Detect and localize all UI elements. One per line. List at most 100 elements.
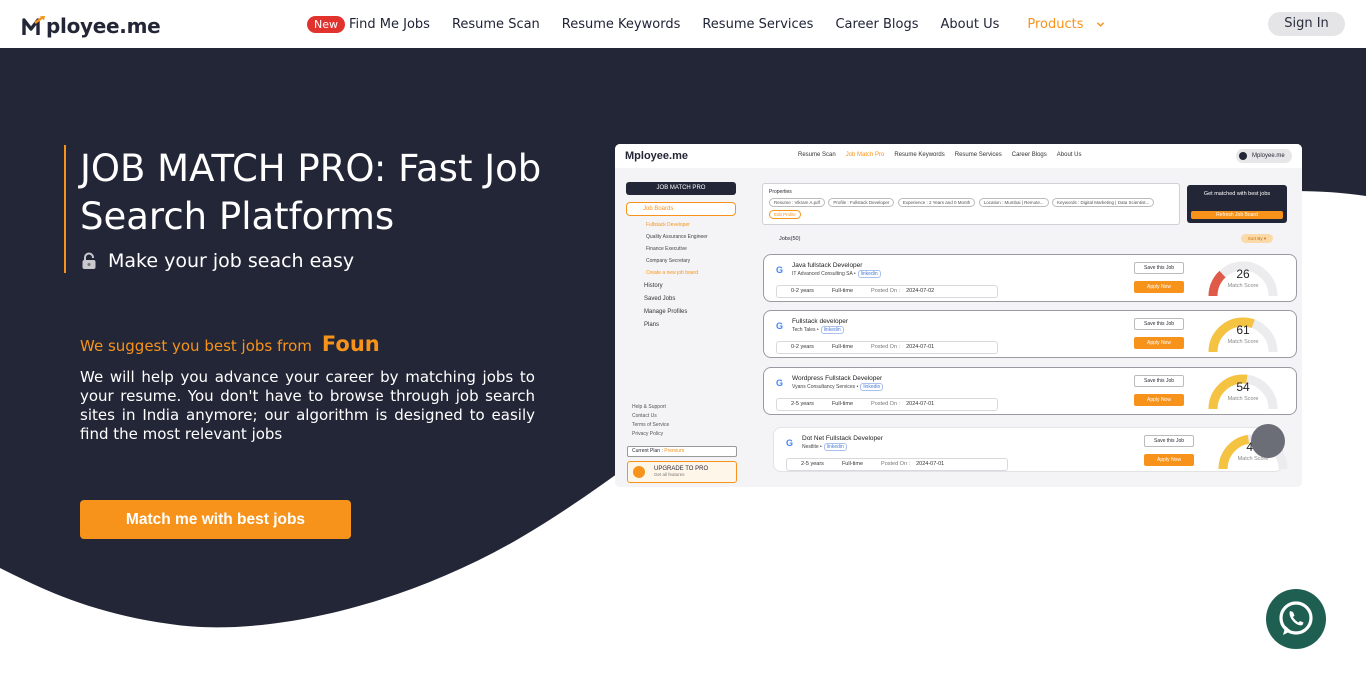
preview-company-name: Vyans Consultancy Services • bbox=[792, 384, 859, 390]
hero-subtitle-text: Make your job seach easy bbox=[108, 250, 355, 272]
nav-resume-keywords[interactable]: Resume Keywords bbox=[562, 17, 681, 32]
preview-board-item: Quality Assurance Engineer bbox=[646, 234, 708, 240]
preview-menu-item: Saved Jobs bbox=[644, 296, 676, 302]
preview-help-item: Privacy Policy bbox=[632, 431, 664, 437]
preview-match-score-label: Match Score bbox=[1227, 339, 1259, 345]
whatsapp-icon bbox=[1279, 601, 1313, 635]
preview-job-card: G Wordpress Fullstack Developer Vyans Cons… bbox=[763, 367, 1297, 415]
preview-posted-label: Posted On : bbox=[871, 401, 901, 407]
preview-menu-item: Plans bbox=[644, 322, 660, 328]
hero-title: JOB MATCH PRO: Fast Job Search Platforms bbox=[80, 147, 542, 238]
preview-board-item: Company Secretary bbox=[646, 258, 691, 264]
preview-job-meta: 2-5 years Full-time Posted On : 2024-07-01 bbox=[786, 458, 1008, 471]
preview-match-score: 61 bbox=[1236, 323, 1250, 337]
preview-navbar: Mployee.me Resume Scan Job Match Pro Res… bbox=[615, 144, 1302, 168]
chevron-down-icon[interactable] bbox=[1096, 20, 1105, 29]
preview-logo: Mployee.me bbox=[625, 150, 688, 162]
match-me-button[interactable]: Match me with best jobs bbox=[80, 500, 351, 539]
preview-property-chip: Profile : Fullstack Developer bbox=[828, 198, 895, 207]
preview-save-job: Save this Job bbox=[1134, 318, 1184, 330]
preview-property-chip: Experience : 2 Years and 0 Month bbox=[897, 198, 976, 207]
preview-property-chip: Location : Mumbai | Remote... bbox=[978, 198, 1049, 207]
nav-resume-scan[interactable]: Resume Scan bbox=[452, 17, 540, 32]
preview-job-source: linkedin bbox=[823, 443, 847, 451]
preview-save-job: Save this Job bbox=[1134, 375, 1184, 387]
preview-job-meta: 2-5 years Full-time Posted On : 2024-07-01 bbox=[776, 398, 998, 411]
preview-job-card: G Dot Net Fullstack Developer Nestlite • li… bbox=[773, 427, 1288, 472]
preview-help-item: Terms of Service bbox=[632, 422, 670, 428]
preview-posted-label: Posted On : bbox=[871, 344, 901, 350]
preview-job-exp: 2-5 years bbox=[801, 461, 824, 467]
preview-property-chip: Keywords : Digital Marketing | Data Scie… bbox=[1052, 198, 1155, 207]
preview-job-title: Fullstack developer bbox=[792, 318, 848, 325]
preview-nav-item: About Us bbox=[1056, 152, 1082, 158]
whatsapp-button[interactable] bbox=[1266, 589, 1326, 649]
preview-save-job: Save this Job bbox=[1144, 435, 1194, 447]
preview-nav: Resume Scan Job Match Pro Resume Keyword… bbox=[798, 152, 1091, 158]
preview-job-posted: 2024-07-01 bbox=[916, 461, 945, 467]
google-icon: G bbox=[776, 321, 784, 331]
suggest-line: We suggest you best jobs from Foun bbox=[80, 332, 380, 356]
preview-job-source: linkedin bbox=[820, 326, 844, 334]
preview-company-name: Nestlite • bbox=[802, 444, 822, 450]
preview-job-posted: 2024-07-02 bbox=[906, 288, 935, 294]
preview-job-card: G Java fullstack Developer IT Advanced Con… bbox=[763, 254, 1297, 302]
preview-user-pill: Mployee.me bbox=[1236, 149, 1292, 163]
preview-plan-label: Current Plan : bbox=[632, 448, 663, 454]
preview-nav-item: Career Blogs bbox=[1011, 152, 1047, 158]
nav-career-blogs[interactable]: Career Blogs bbox=[835, 17, 918, 32]
preview-posted-label: Posted On : bbox=[881, 461, 911, 467]
preview-job-source: linkedin bbox=[857, 270, 881, 278]
preview-job-title: Wordpress Fullstack Developer bbox=[792, 375, 883, 382]
preview-job-company: Vyans Consultancy Services • linkedin bbox=[792, 383, 884, 391]
typed-source-text: Foun bbox=[321, 332, 380, 356]
preview-plan-value: Premium bbox=[664, 448, 685, 454]
preview-job-card: G Fullstack developer Tech Tales • linkedin… bbox=[763, 310, 1297, 358]
preview-get-matched: Get matched with best jobs Refresh Job B… bbox=[1187, 185, 1287, 223]
preview-job-company: Tech Tales • linkedin bbox=[792, 326, 844, 334]
preview-edit-profile: Edit Profile bbox=[769, 210, 801, 219]
preview-help-item: Help & Support bbox=[632, 404, 666, 410]
new-badge: New bbox=[307, 15, 345, 33]
preview-nav-item: Resume Scan bbox=[798, 152, 836, 158]
preview-match-score: 54 bbox=[1236, 380, 1250, 394]
preview-job-exp: 0-2 years bbox=[791, 288, 814, 294]
preview-floating-widget bbox=[1251, 424, 1285, 458]
preview-save-job: Save this Job bbox=[1134, 262, 1184, 274]
preview-sort: Sort By ▾ bbox=[1241, 234, 1273, 243]
preview-sidebar-title: JOB MATCH PRO bbox=[626, 182, 736, 195]
logo-m-icon bbox=[22, 16, 45, 35]
preview-company-name: IT Advanced Consulting SA • bbox=[792, 271, 856, 277]
preview-upgrade-box: UPGRADE TO PRO Get all features bbox=[627, 461, 737, 483]
sign-in-button[interactable]: Sign In bbox=[1268, 12, 1345, 36]
nav-find-me-jobs[interactable]: Find Me Jobs bbox=[349, 17, 430, 32]
main-nav: New Find Me Jobs Resume Scan Resume Keyw… bbox=[307, 14, 1105, 34]
preview-help-item: Contact Us bbox=[632, 413, 657, 419]
preview-posted-label: Posted On : bbox=[871, 288, 901, 294]
logo-text: ployee.me bbox=[46, 14, 161, 38]
preview-apply-now: Apply Now bbox=[1134, 281, 1184, 293]
preview-upgrade-sub: Get all features bbox=[654, 472, 685, 477]
preview-apply-now: Apply Now bbox=[1134, 337, 1184, 349]
preview-sidebar: JOB MATCH PRO Job Boards Fullstack Devel… bbox=[626, 182, 736, 328]
preview-job-posted: 2024-07-01 bbox=[906, 401, 935, 407]
preview-refresh-button: Refresh Job Board bbox=[1191, 211, 1283, 219]
nav-products[interactable]: Products bbox=[1027, 17, 1083, 32]
suggest-lead-text: We suggest you best jobs from bbox=[80, 337, 312, 355]
hero-subtitle: Make your job seach easy bbox=[80, 250, 354, 272]
nav-about-us[interactable]: About Us bbox=[941, 17, 1000, 32]
hero-description: We will help you advance your career by … bbox=[80, 368, 535, 443]
preview-property-chip: Resume : Vikram A.pdf bbox=[769, 198, 825, 207]
google-icon: G bbox=[776, 265, 784, 275]
preview-job-meta: 0-2 years Full-time Posted On : 2024-07-02 bbox=[776, 285, 998, 298]
preview-board-item: Finance Executive bbox=[646, 246, 687, 252]
brand-logo[interactable]: ployee.me bbox=[22, 11, 161, 38]
preview-job-source: linkedin bbox=[860, 383, 884, 391]
preview-menu-item: Manage Profiles bbox=[644, 309, 688, 315]
preview-properties: Properties Resume : Vikram A.pdf Profile… bbox=[762, 183, 1180, 225]
nav-resume-services[interactable]: Resume Services bbox=[702, 17, 813, 32]
preview-match-score-label: Match Score bbox=[1227, 283, 1259, 289]
preview-job-posted: 2024-07-01 bbox=[906, 344, 935, 350]
preview-match-score: 26 bbox=[1236, 267, 1250, 281]
lock-icon bbox=[82, 252, 96, 269]
